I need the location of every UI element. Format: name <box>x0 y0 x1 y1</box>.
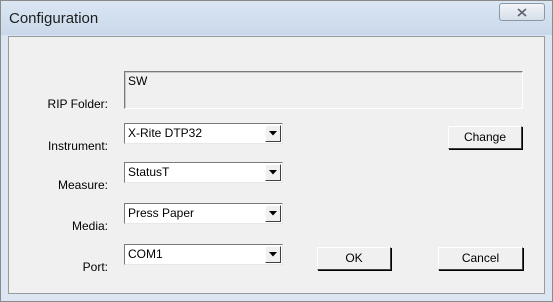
instrument-select-value: X-Rite DTP32 <box>128 126 203 140</box>
change-button[interactable]: Change <box>448 126 522 149</box>
cancel-button[interactable]: Cancel <box>438 247 523 270</box>
rip-folder-field[interactable]: SW <box>124 71 523 109</box>
instrument-select[interactable]: X-Rite DTP32 <box>124 123 283 144</box>
dialog-body: RIP Folder: SW Instrument: X-Rite DTP32 … <box>8 36 545 294</box>
window-title: Configuration <box>9 10 99 27</box>
media-select-value: Press Paper <box>128 206 195 220</box>
measure-select[interactable]: StatusT <box>124 162 283 183</box>
measure-select-value: StatusT <box>128 165 170 179</box>
port-dropdown-button[interactable] <box>265 246 281 263</box>
media-select[interactable]: Press Paper <box>124 203 283 224</box>
configuration-dialog: Configuration RIP Folder: SW Instrument:… <box>0 0 553 302</box>
instrument-dropdown-button[interactable] <box>265 125 281 142</box>
instrument-label: Instrument: <box>47 139 108 153</box>
rip-folder-label: RIP Folder: <box>47 97 108 111</box>
chevron-down-icon <box>269 252 277 257</box>
port-select[interactable]: COM1 <box>124 244 283 265</box>
measure-dropdown-button[interactable] <box>265 164 281 181</box>
close-button[interactable] <box>499 3 545 21</box>
chevron-down-icon <box>269 131 277 136</box>
media-dropdown-button[interactable] <box>265 205 281 222</box>
title-bar[interactable]: Configuration <box>1 1 552 35</box>
port-label: Port: <box>82 260 108 274</box>
close-icon <box>517 7 527 17</box>
ok-button[interactable]: OK <box>317 247 391 270</box>
measure-label: Measure: <box>57 178 108 192</box>
chevron-down-icon <box>269 211 277 216</box>
media-label: Media: <box>71 219 108 233</box>
port-select-value: COM1 <box>128 247 163 261</box>
chevron-down-icon <box>269 170 277 175</box>
